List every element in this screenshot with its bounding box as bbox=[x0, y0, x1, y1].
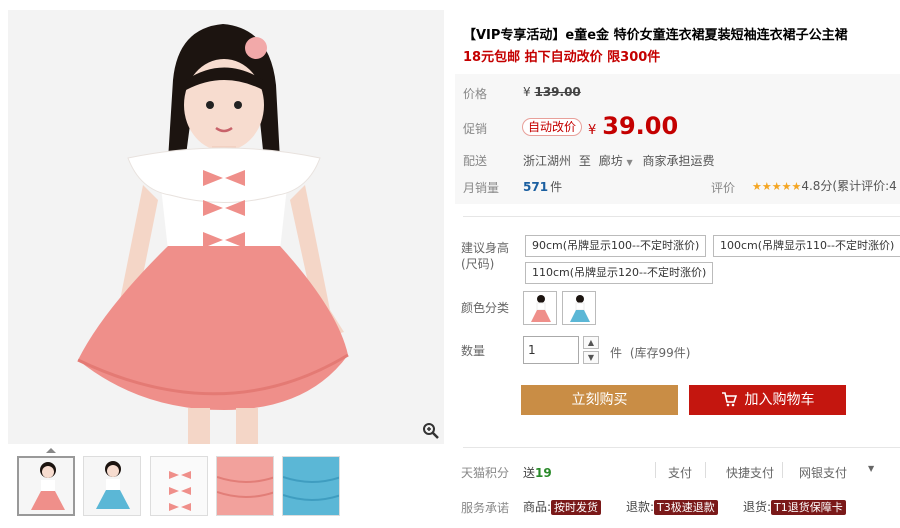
quantity-unit: 件 bbox=[610, 346, 623, 360]
service-item-return[interactable]: 退货: T1退货保障卡 bbox=[743, 498, 846, 515]
quantity-decrease-button[interactable]: ▼ bbox=[583, 351, 599, 364]
points-label: 天猫积分 bbox=[461, 466, 510, 480]
sales-volume: 571 件 bbox=[523, 178, 562, 195]
shipping-origin: 浙江湖州 bbox=[523, 154, 572, 168]
shipping-to: 至 bbox=[578, 154, 591, 168]
stock-count: (库存99件) bbox=[629, 346, 691, 360]
thumbnail-strip bbox=[8, 448, 444, 528]
zoom-icon[interactable] bbox=[422, 422, 440, 440]
divider bbox=[705, 462, 706, 478]
divider bbox=[463, 216, 900, 217]
size-option-100[interactable]: 100cm(吊牌显示110--不定时涨价) bbox=[713, 235, 900, 257]
promo-badge: 自动改价 bbox=[522, 118, 583, 136]
payment-link-quickpay[interactable]: 快捷支付 bbox=[726, 464, 774, 481]
stock-info: 件 (库存99件) bbox=[610, 344, 690, 361]
sales-unit: 件 bbox=[550, 180, 563, 194]
buy-now-button[interactable]: 立刻购买 bbox=[521, 385, 678, 415]
service-label: 服务承诺 bbox=[461, 501, 510, 515]
promo-price-currency: ¥ bbox=[588, 123, 597, 138]
promo-price-value: 39.00 bbox=[602, 112, 679, 140]
size-option-110[interactable]: 110cm(吊牌显示120--不定时涨价) bbox=[525, 262, 714, 284]
service-item-delivery[interactable]: 商品: 按时发货 bbox=[523, 498, 602, 515]
shipping-note: 商家承担运费 bbox=[642, 154, 715, 168]
add-to-cart-button[interactable]: 加入购物车 bbox=[689, 385, 846, 415]
thumbnail-5[interactable] bbox=[282, 456, 340, 516]
product-main-image[interactable] bbox=[8, 10, 444, 444]
service-prefix: 退货: bbox=[743, 500, 772, 514]
chevron-down-icon: ▼ bbox=[626, 158, 633, 167]
rating-score: 4.8分 bbox=[801, 179, 833, 193]
divider bbox=[782, 462, 783, 478]
service-tag: T3极速退款 bbox=[654, 500, 718, 515]
quantity-input[interactable] bbox=[523, 336, 579, 364]
product-subtitle: 18元包邮 拍下自动改价 限300件 bbox=[463, 50, 661, 65]
service-tag: T1退货保障卡 bbox=[771, 500, 846, 515]
color-swatch-pink[interactable] bbox=[523, 291, 557, 325]
rating-count: (累计评价:4 bbox=[832, 179, 897, 193]
chevron-down-icon[interactable]: ▼ bbox=[868, 464, 874, 473]
payment-link-alipay[interactable]: 支付 bbox=[668, 464, 692, 481]
product-title: 【VIP专享活动】e童e金 特价女童连衣裙夏装短袖连衣裙子公主裙 bbox=[463, 28, 848, 43]
points-value: 送19 bbox=[523, 464, 552, 481]
price-label: 价格 bbox=[463, 87, 488, 101]
payment-link-netbank[interactable]: 网银支付 bbox=[799, 464, 847, 481]
shipping-destination-select[interactable]: 廊坊 ▼ bbox=[599, 154, 633, 168]
size-option-90[interactable]: 90cm(吊牌显示100--不定时涨价) bbox=[525, 235, 707, 257]
sales-label: 月销量 bbox=[463, 181, 500, 195]
thumbnail-4[interactable] bbox=[216, 456, 274, 516]
quantity-label: 数量 bbox=[461, 344, 486, 358]
star-rating-icon: ★★★★★ bbox=[752, 180, 802, 193]
service-item-refund[interactable]: 退款: T3极速退款 bbox=[626, 498, 718, 515]
size-label: 建议身高(尺码) bbox=[461, 241, 510, 271]
shipping-info: 浙江湖州 至 廊坊 ▼ 商家承担运费 bbox=[523, 152, 715, 169]
rating-label: 评价 bbox=[711, 181, 736, 195]
promo-price: ¥39.00 bbox=[588, 112, 678, 140]
thumbnail-3[interactable] bbox=[150, 456, 208, 516]
original-price-currency: ¥ bbox=[523, 85, 531, 99]
original-price-value: 139.00 bbox=[534, 85, 581, 99]
active-thumb-caret bbox=[46, 448, 56, 453]
quantity-increase-button[interactable]: ▲ bbox=[583, 336, 599, 349]
points-amount: 19 bbox=[535, 466, 552, 480]
divider bbox=[655, 462, 656, 478]
add-to-cart-label: 加入购物车 bbox=[744, 392, 815, 408]
service-tag: 按时发货 bbox=[551, 500, 602, 515]
original-price: ¥ 139.00 bbox=[523, 85, 581, 99]
shipping-destination: 廊坊 bbox=[598, 154, 623, 168]
service-prefix: 商品: bbox=[523, 500, 552, 514]
points-send: 送 bbox=[523, 466, 536, 480]
thumbnail-1[interactable] bbox=[17, 456, 75, 516]
cart-icon bbox=[721, 392, 737, 407]
girl-in-dress-photo bbox=[8, 10, 444, 444]
sales-count: 571 bbox=[523, 180, 549, 194]
color-swatch-blue[interactable] bbox=[562, 291, 596, 325]
color-label: 颜色分类 bbox=[461, 301, 510, 315]
shipping-label: 配送 bbox=[463, 154, 488, 168]
rating-summary[interactable]: ★★★★★4.8分(累计评价:4 bbox=[752, 177, 900, 194]
service-prefix: 退款: bbox=[626, 500, 655, 514]
thumbnail-2[interactable] bbox=[83, 456, 141, 516]
promo-label: 促销 bbox=[463, 122, 488, 136]
divider bbox=[463, 447, 900, 448]
